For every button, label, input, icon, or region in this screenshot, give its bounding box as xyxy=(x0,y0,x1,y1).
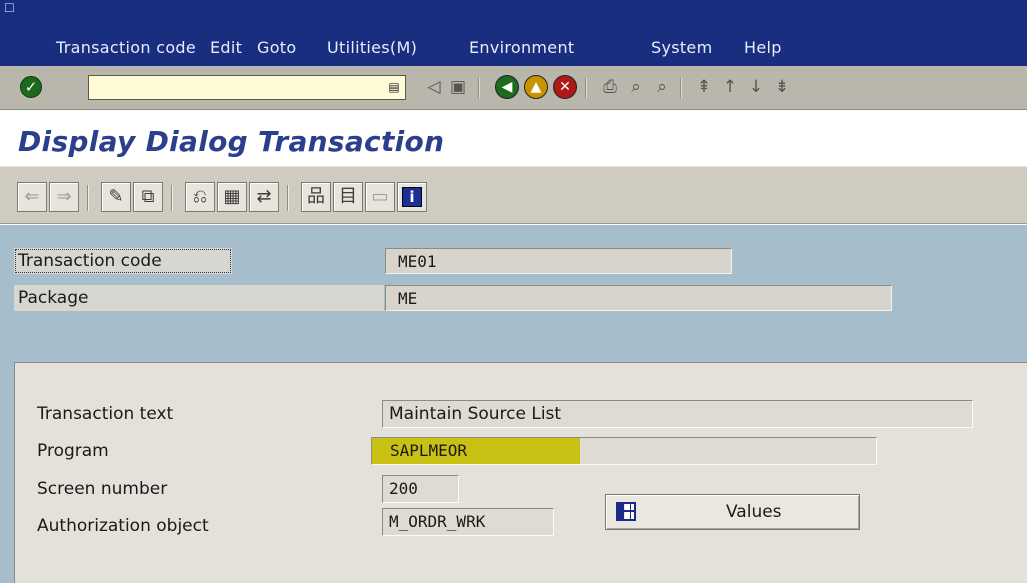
back-icon[interactable]: ◀ xyxy=(495,75,519,99)
first-page-icon[interactable]: ⇞ xyxy=(692,75,716,99)
object-list-icon[interactable]: ▦ xyxy=(217,182,247,212)
toolbar-separator xyxy=(287,185,289,211)
menu-edit[interactable]: Edit xyxy=(210,38,242,58)
screen-number-field[interactable]: 200 xyxy=(382,475,459,503)
display-change-icon[interactable]: ✎ xyxy=(101,182,131,212)
authorization-object-label: Authorization object xyxy=(37,516,209,536)
toolbar-separator xyxy=(585,78,587,98)
menu-utilities[interactable]: Utilities(M) xyxy=(327,38,417,58)
other-object-icon[interactable]: ⧉ xyxy=(133,182,163,212)
standard-toolbar: ✓ ▤ ◁ ▣ ◀ ▲ ✕ ⎙ ⌕ ⌕ ⇞ ↑ ↓ ⇟ xyxy=(0,66,1027,110)
program-value: SAPLMEOR xyxy=(390,441,468,460)
save-icon[interactable]: ▣ xyxy=(446,75,470,99)
menu-goto[interactable]: Goto xyxy=(257,38,296,58)
enter-check-icon[interactable]: ✓ xyxy=(20,76,42,98)
package-field[interactable]: ME xyxy=(385,285,892,311)
transaction-text-label: Transaction text xyxy=(37,404,174,424)
main-area: Transaction code ME01 Package ME Transac… xyxy=(0,225,1027,583)
hierarchy-icon[interactable]: 品 xyxy=(301,182,331,212)
back-arrow-icon[interactable]: ⇐ xyxy=(17,182,47,212)
table-grid-icon xyxy=(616,502,636,521)
toolbar-separator xyxy=(680,78,682,98)
transaction-code-field[interactable]: ME01 xyxy=(385,248,732,274)
previous-page-icon[interactable]: ↑ xyxy=(718,75,742,99)
values-button-label: Values xyxy=(726,502,782,522)
find-icon[interactable]: ⌕ xyxy=(624,75,648,99)
command-field[interactable]: ▤ xyxy=(88,75,406,100)
forward-arrow-icon[interactable]: ⇒ xyxy=(49,182,79,212)
navigation-icon[interactable]: ⇄ xyxy=(249,182,279,212)
display-list-icon[interactable]: 目 xyxy=(333,182,363,212)
values-button[interactable]: Values xyxy=(605,494,860,530)
program-label: Program xyxy=(37,441,109,461)
program-field[interactable]: SAPLMEOR xyxy=(371,437,877,465)
menu-transaction-code[interactable]: Transaction code xyxy=(56,38,196,58)
page-title: Display Dialog Transaction xyxy=(18,125,445,158)
system-menu-icon[interactable]: ☐ xyxy=(4,2,18,14)
toolbar-separator xyxy=(87,185,89,211)
attributes-group: Transaction text Maintain Source List Pr… xyxy=(14,362,1027,583)
information-icon[interactable]: i xyxy=(397,182,427,212)
package-label: Package xyxy=(14,285,384,311)
next-page-icon[interactable]: ↓ xyxy=(744,75,768,99)
cancel-icon[interactable]: ✕ xyxy=(553,75,577,99)
screen-number-label: Screen number xyxy=(37,479,168,499)
collapse-arrow-icon[interactable]: ◁ xyxy=(422,75,446,99)
toolbar-separator xyxy=(478,78,480,98)
authorization-object-field[interactable]: M_ORDR_WRK xyxy=(382,508,554,536)
transaction-text-field[interactable]: Maintain Source List xyxy=(382,400,973,428)
menu-help[interactable]: Help xyxy=(744,38,782,58)
application-toolbar: ⇐ ⇒ ✎ ⧉ ⎌ ▦ ⇄ 品 目 ▭ i xyxy=(0,166,1027,224)
toolbar-separator xyxy=(171,185,173,211)
menu-environment[interactable]: Environment xyxy=(469,38,574,58)
last-page-icon[interactable]: ⇟ xyxy=(770,75,794,99)
find-next-icon[interactable]: ⌕ xyxy=(650,75,674,99)
transaction-code-label: Transaction code xyxy=(14,248,232,274)
menu-system[interactable]: System xyxy=(651,38,712,58)
menu-bar: ☐ Transaction code Edit Goto Utilities(M… xyxy=(0,0,1027,66)
command-history-icon[interactable]: ▤ xyxy=(387,79,401,96)
window-icon[interactable]: ▭ xyxy=(365,182,395,212)
exit-icon[interactable]: ▲ xyxy=(524,75,548,99)
print-icon[interactable]: ⎙ xyxy=(598,75,622,99)
where-used-icon[interactable]: ⎌ xyxy=(185,182,215,212)
title-bar: Display Dialog Transaction xyxy=(0,111,1027,166)
